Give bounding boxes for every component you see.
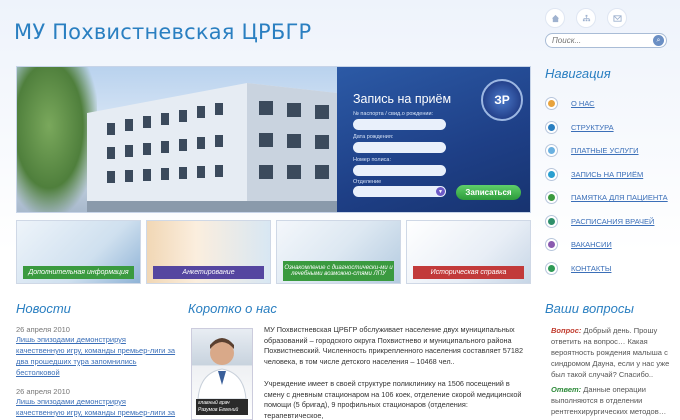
nav-item-label[interactable]: О НАС [571,99,595,108]
navigation-title: Навигация [545,66,611,81]
department-select[interactable]: ▼ [353,186,446,197]
nav-item-paid-services[interactable]: ПЛАТНЫЕ УСЛУГИ [545,139,673,163]
news-title[interactable]: Новости [16,301,176,316]
appointment-form-title: Запись на приём [353,92,452,106]
tree-image [17,67,97,212]
nav-item-label[interactable]: РАСПИСАНИЯ ВРАЧЕЙ [571,217,654,226]
news-date: 26 апреля 2010 [16,387,70,396]
policy-label: Номер полиса: [353,157,391,163]
sitemap-icon[interactable] [576,8,596,28]
news-section: Новости 26 апреля 2010 Лишь эпизодами де… [16,301,176,420]
nav-item-structure[interactable]: СТРУКТУРА [545,116,673,140]
nav-item-label[interactable]: СТРУКТУРА [571,123,614,132]
department-label: Отделение [353,179,382,185]
tile-additional-info[interactable]: Дополнительная информация [16,220,141,284]
about-title: Коротко о нас [188,301,277,316]
questions-title[interactable]: Ваши вопросы [545,301,673,316]
tile-caption: Анкетирование [153,266,264,279]
nav-item-label[interactable]: ПАМЯТКА ДЛЯ ПАЦИЕНТА [571,193,668,202]
nav-item-label[interactable]: ПЛАТНЫЕ УСЛУГИ [571,146,639,155]
search-box: ⌕ [545,33,667,48]
nav-item-label[interactable]: ЗАПИСЬ НА ПРИЁМ [571,170,643,179]
contacts-icon [545,261,558,275]
tile-history[interactable]: Историческая справка [406,220,531,284]
answer-item: Ответ: Данные операции выполняются в отд… [545,384,673,417]
nav-item-appointment[interactable]: ЗАПИСЬ НА ПРИЁМ [545,163,673,187]
memo-icon [545,191,558,205]
nav-item-vacancies[interactable]: ВАКАНСИИ [545,233,673,257]
top-icons [545,8,638,28]
paid-services-icon [545,144,558,158]
feature-tiles: Дополнительная информация Анкетирование … [16,220,531,284]
news-item-link[interactable]: Лишь эпизодами демонстрируя качественную… [16,334,176,378]
about-icon [545,97,558,111]
question-label: Вопрос: [551,326,582,335]
about-section: Коротко о нас главный врач Разумов Евген… [188,301,533,420]
nav-item-memo[interactable]: ПАМЯТКА ДЛЯ ПАЦИЕНТА [545,186,673,210]
appointment-icon [545,167,558,181]
submit-appointment-button[interactable]: Записаться [456,185,521,200]
birthdate-label: Дата рождения: [353,134,394,140]
nav-item-label[interactable]: КОНТАКТЫ [571,264,611,273]
tile-caption: Дополнительная информация [23,266,134,279]
tile-caption: Историческая справка [413,266,524,279]
photo-caption: главный врач Разумов Евгений [196,399,248,415]
structure-icon [545,120,558,134]
doctor-portrait-image [197,338,247,400]
about-paragraph: Учреждение имеет в своей структуре полик… [264,379,522,420]
appointment-form: ЗР Запись на приём № паспорта / свид.о р… [337,67,530,212]
tile-caption: Ознакомление с диагностически-ми и лечеб… [283,261,394,281]
mail-icon[interactable] [607,8,627,28]
navigation-menu: Навигация О НАС СТРУКТУРА ПЛАТНЫЕ УСЛУГИ… [545,66,673,280]
news-item-link[interactable]: Лишь эпизодами демонстрируя качественную… [16,396,176,420]
chief-doctor-photo: главный врач Разумов Евгений [191,328,253,420]
tile-diagnostics[interactable]: Ознакомление с диагностически-ми и лечеб… [276,220,401,284]
birthdate-field[interactable] [353,142,446,153]
hero-banner: ЗР Запись на приём № паспорта / свид.о р… [16,66,531,213]
search-icon[interactable]: ⌕ [653,35,664,46]
nav-item-label[interactable]: ВАКАНСИИ [571,240,612,249]
nav-item-contacts[interactable]: КОНТАКТЫ [545,257,673,281]
answer-label: Ответ: [551,385,582,394]
schedule-icon [545,214,558,228]
chevron-down-icon[interactable]: ▼ [436,187,445,196]
site-logo-title[interactable]: МУ Похвистневская ЦРБГР [14,20,311,44]
questions-section: Ваши вопросы Вопрос: Добрый день. Прошу … [545,301,673,417]
passport-field[interactable] [353,119,446,130]
passport-label: № паспорта / свид.о рождении: [353,111,434,117]
news-date: 26 апреля 2010 [16,325,70,334]
tile-survey[interactable]: Анкетирование [146,220,271,284]
home-icon[interactable] [545,8,565,28]
nav-item-schedule[interactable]: РАСПИСАНИЯ ВРАЧЕЙ [545,210,673,234]
vacancies-icon [545,238,558,252]
policy-field[interactable] [353,165,446,176]
about-paragraph: МУ Похвистневская ЦРБГР обслуживает насе… [264,325,524,366]
nav-item-about[interactable]: О НАС [545,92,673,116]
search-input[interactable] [546,34,646,47]
hospital-building-image [87,83,337,212]
appointment-emblem-icon: ЗР [481,79,523,121]
question-item: Вопрос: Добрый день. Прошу ответить на в… [545,325,673,380]
